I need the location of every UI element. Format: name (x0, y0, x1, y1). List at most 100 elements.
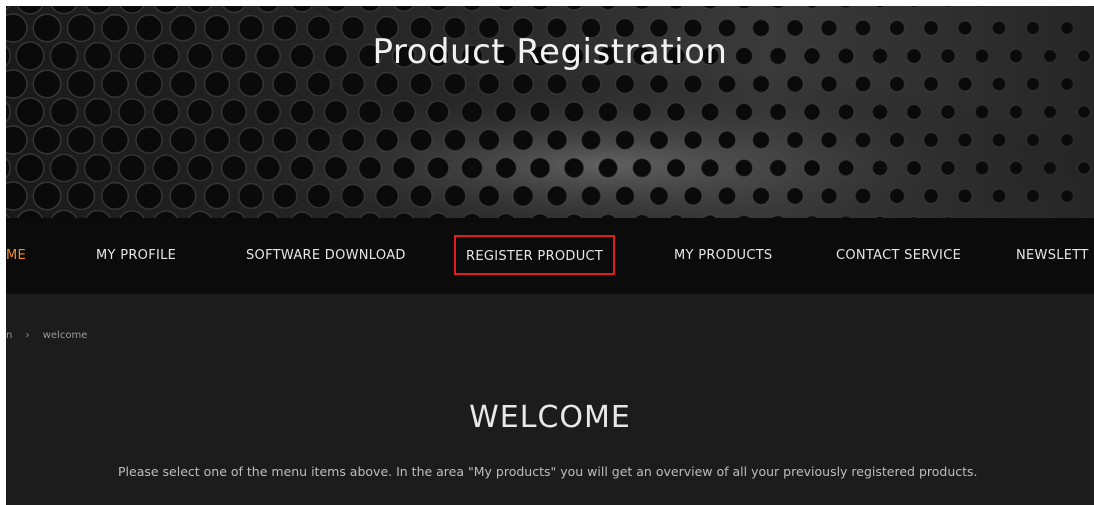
hero-perforation (169, 70, 197, 98)
hero-perforation (477, 184, 501, 208)
hero-perforation (546, 129, 568, 151)
hero-perforation (529, 101, 551, 123)
hero-perforation (494, 156, 518, 180)
hero-perforation (905, 159, 923, 177)
hero-perforation (597, 101, 619, 123)
hero-perforation (991, 188, 1007, 204)
hero-perforation (666, 102, 686, 122)
hero-perforation (135, 182, 163, 210)
hero-banner: Product Registration (6, 6, 1094, 218)
hero-perforation (101, 126, 129, 154)
hero-perforation (255, 99, 281, 125)
hero-perforation (923, 188, 939, 204)
hero-perforation (426, 100, 450, 124)
hero-perforation (631, 101, 653, 123)
hero-perforation (1060, 77, 1074, 91)
hero-perforation (512, 185, 534, 207)
hero-perforation (563, 157, 585, 179)
hero-perforation (340, 127, 366, 153)
hero-perforation (512, 129, 534, 151)
hero-perforation (717, 186, 737, 206)
hero-perforation (768, 158, 788, 178)
hero-perforation (169, 126, 197, 154)
hero-perforation (323, 99, 349, 125)
hero-perforation (443, 72, 467, 96)
hero-perforation (306, 183, 332, 209)
hero-perforation (717, 130, 737, 150)
hero-perforation (135, 126, 163, 154)
breadcrumb-home-link[interactable]: n (6, 330, 12, 341)
hero-perforation (409, 184, 433, 208)
hero-perforation (614, 185, 636, 207)
nav-item-contact-service[interactable]: CONTACT SERVICE (836, 218, 961, 294)
nav-item-my-products[interactable]: MY PRODUCTS (674, 218, 773, 294)
hero-perforation (546, 185, 568, 207)
hero-perforation (786, 131, 804, 149)
main-navigation: ME MY PROFILE SOFTWARE DOWNLOAD REGISTER… (6, 218, 1094, 294)
hero-perforation (631, 157, 653, 179)
hero-perforation (118, 154, 146, 182)
hero-perforation (1042, 160, 1058, 176)
nav-item-software-download[interactable]: SOFTWARE DOWNLOAD (246, 218, 406, 294)
hero-perforation (101, 182, 129, 210)
hero-perforation (546, 73, 568, 95)
hero-perforation (751, 186, 771, 206)
hero-perforation (803, 159, 821, 177)
hero-perforation (443, 128, 467, 152)
hero-perforation (734, 102, 754, 122)
breadcrumb-current: welcome (42, 330, 88, 341)
hero-perforation (1077, 105, 1091, 119)
hero-perforation (786, 187, 804, 205)
hero-perforation (940, 160, 956, 176)
hero-perforation (49, 153, 79, 183)
hero-perforation (871, 103, 889, 121)
hero-perforation (888, 187, 906, 205)
hero-perforation (580, 73, 602, 95)
hero-perforation (49, 97, 79, 127)
hero-perforation (272, 127, 298, 153)
hero-perforation (751, 74, 771, 94)
hero-perforation (614, 73, 636, 95)
hero-perforation (186, 98, 214, 126)
hero-perforation (426, 156, 450, 180)
hero-perforation (238, 183, 264, 209)
hero-perforation (597, 157, 619, 179)
nav-item-newsletter[interactable]: NEWSLETT (1016, 218, 1089, 294)
hero-perforation (32, 125, 62, 155)
hero-perforation (854, 131, 872, 149)
hero-perforation (1060, 133, 1074, 147)
hero-perforation (409, 128, 433, 152)
hero-perforation (837, 159, 855, 177)
hero-perforation (340, 71, 366, 97)
hero-perforation (649, 130, 669, 150)
hero-perforation (940, 104, 956, 120)
breadcrumb: n › welcome (6, 330, 87, 341)
nav-item-register-product[interactable]: REGISTER PRODUCT (454, 235, 616, 275)
hero-perforation (820, 187, 838, 205)
hero-perforation (83, 153, 113, 183)
hero-perforation (751, 130, 771, 150)
hero-perforation (923, 76, 939, 92)
hero-perforation (306, 127, 332, 153)
hero-perforation (768, 102, 788, 122)
hero-perforation (272, 183, 298, 209)
hero-perforation (460, 156, 484, 180)
hero-perforation (512, 73, 534, 95)
hero-perforation (837, 103, 855, 121)
hero-perforation (392, 156, 416, 180)
hero-perforation (118, 98, 146, 126)
hero-perforation (460, 100, 484, 124)
hero-perforation (6, 69, 28, 99)
nav-item-home[interactable]: ME (6, 218, 26, 294)
hero-perforation (306, 71, 332, 97)
nav-item-my-profile[interactable]: MY PROFILE (96, 218, 176, 294)
hero-perforation (255, 155, 281, 181)
breadcrumb-separator: › (25, 330, 30, 341)
hero-perforation (923, 132, 939, 148)
hero-perforation (820, 131, 838, 149)
hero-perforation (152, 98, 180, 126)
hero-perforation (15, 97, 45, 127)
hero-perforation (375, 72, 399, 96)
hero-perforation (289, 99, 315, 125)
hero-perforation (494, 100, 518, 124)
